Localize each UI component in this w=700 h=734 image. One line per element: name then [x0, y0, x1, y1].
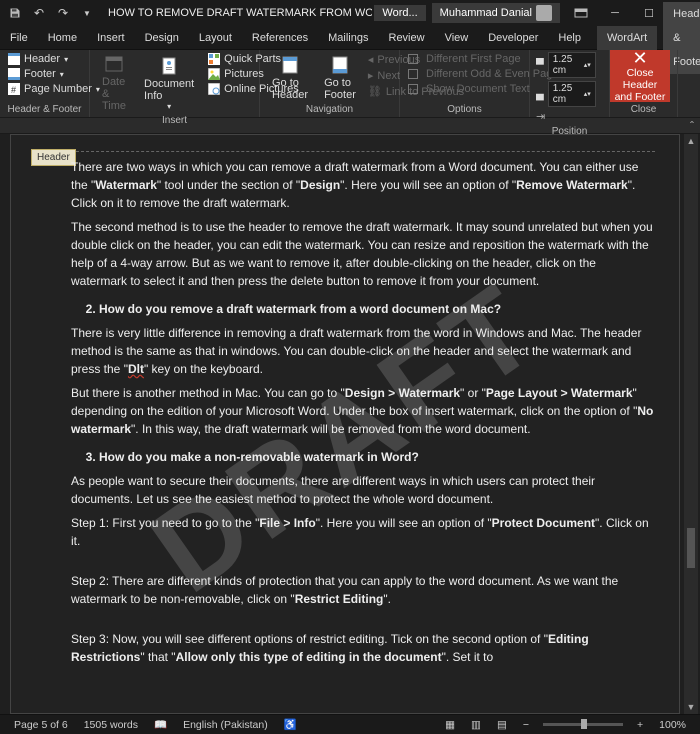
account-name[interactable]: Muhammad Danial: [432, 3, 560, 23]
scroll-down-icon[interactable]: ▼: [684, 700, 698, 714]
header-top-input[interactable]: 1.25 cm▴▾: [548, 52, 596, 78]
other-window-tab[interactable]: Word...: [374, 5, 425, 21]
maximize-button[interactable]: ☐: [632, 0, 666, 26]
footer-dropdown[interactable]: Footer ▾: [6, 67, 102, 81]
zoom-out-button[interactable]: −: [515, 719, 537, 731]
group-insert: Insert: [96, 114, 253, 128]
menu-developer[interactable]: Developer: [478, 26, 548, 50]
zoom-level[interactable]: 100%: [651, 719, 694, 731]
menu-review[interactable]: Review: [379, 26, 435, 50]
status-accessibility-icon[interactable]: ♿: [276, 718, 305, 731]
document-body[interactable]: There are two ways in which you can remo…: [71, 158, 655, 666]
menu-view[interactable]: View: [435, 26, 479, 50]
view-read-mode-icon[interactable]: ▦: [437, 719, 463, 731]
footer-label: Footer: [24, 68, 56, 80]
menu-references[interactable]: References: [242, 26, 318, 50]
qat-dropdown[interactable]: ▼: [76, 2, 98, 24]
status-language[interactable]: English (Pakistan): [175, 719, 276, 731]
group-navigation: Navigation: [266, 103, 393, 117]
page-number-dropdown[interactable]: #Page Number ▾: [6, 82, 102, 96]
close-header-footer-button[interactable]: ✕ Close Header and Footer: [610, 50, 670, 102]
go-to-footer-button[interactable]: Go to Footer: [318, 52, 362, 103]
view-print-layout-icon[interactable]: ▥: [463, 719, 489, 731]
undo-button[interactable]: ↶: [28, 2, 50, 24]
header-dropdown[interactable]: Header ▾: [6, 52, 102, 66]
menu-insert[interactable]: Insert: [87, 26, 135, 50]
svg-text:#: #: [11, 85, 16, 95]
heading-q2: How do you remove a draft watermark from…: [99, 300, 655, 318]
zoom-in-button[interactable]: +: [629, 719, 651, 731]
menu-mailings[interactable]: Mailings: [318, 26, 378, 50]
status-words[interactable]: 1505 words: [76, 719, 146, 731]
heading-q3: How do you make a non-removable watermar…: [99, 448, 655, 466]
link-icon: ⛓: [368, 85, 382, 98]
ribbon-display-button[interactable]: [564, 0, 598, 26]
menu-design[interactable]: Design: [135, 26, 189, 50]
group-header-footer: Header & Footer: [6, 103, 83, 117]
window-title: HOW TO REMOVE DRAFT WATERMARK FROM WORD …: [102, 7, 372, 19]
close-icon: ✕: [632, 49, 647, 67]
status-spellcheck-icon[interactable]: 📖: [146, 718, 175, 731]
prev-icon: ◂: [368, 53, 374, 66]
collapse-ribbon-icon[interactable]: ˆ: [690, 119, 694, 133]
redo-button[interactable]: ↷: [52, 2, 74, 24]
footer-bottom-icon: ▄: [536, 88, 544, 100]
header-label: Header: [24, 53, 60, 65]
menu-file[interactable]: File: [0, 26, 38, 50]
group-close: Close: [610, 103, 677, 117]
avatar-icon: [536, 5, 552, 21]
footer-bottom-input[interactable]: 1.25 cm▴▾: [548, 81, 596, 107]
document-info-button[interactable]: Document Info▾: [138, 52, 200, 114]
vertical-scrollbar[interactable]: ▲ ▼: [684, 134, 698, 714]
header-section-tag: Header: [31, 149, 76, 166]
scroll-up-icon[interactable]: ▲: [684, 134, 698, 148]
next-icon: ▸: [368, 69, 374, 82]
group-options: Options: [406, 103, 523, 117]
status-page[interactable]: Page 5 of 6: [6, 719, 76, 731]
context-wordart[interactable]: WordArt: [597, 26, 657, 50]
view-web-layout-icon[interactable]: ▤: [489, 719, 515, 731]
checkbox-icon: [408, 54, 418, 64]
user-label: Muhammad Danial: [440, 7, 532, 19]
zoom-slider[interactable]: [543, 723, 623, 726]
align-tab-icon: ⇥: [536, 110, 545, 123]
menu-layout[interactable]: Layout: [189, 26, 242, 50]
go-to-header-button[interactable]: Go to Header: [266, 52, 314, 103]
checkbox-icon: [408, 84, 418, 94]
minimize-button[interactable]: ─: [598, 0, 632, 26]
menu-home[interactable]: Home: [38, 26, 87, 50]
page-number-label: Page Number: [24, 83, 92, 95]
save-button[interactable]: [4, 2, 26, 24]
date-time-button: Date & Time: [96, 52, 132, 114]
checkbox-icon: [408, 69, 418, 79]
header-top-icon: ▀: [536, 59, 544, 71]
menu-help[interactable]: Help: [548, 26, 591, 50]
